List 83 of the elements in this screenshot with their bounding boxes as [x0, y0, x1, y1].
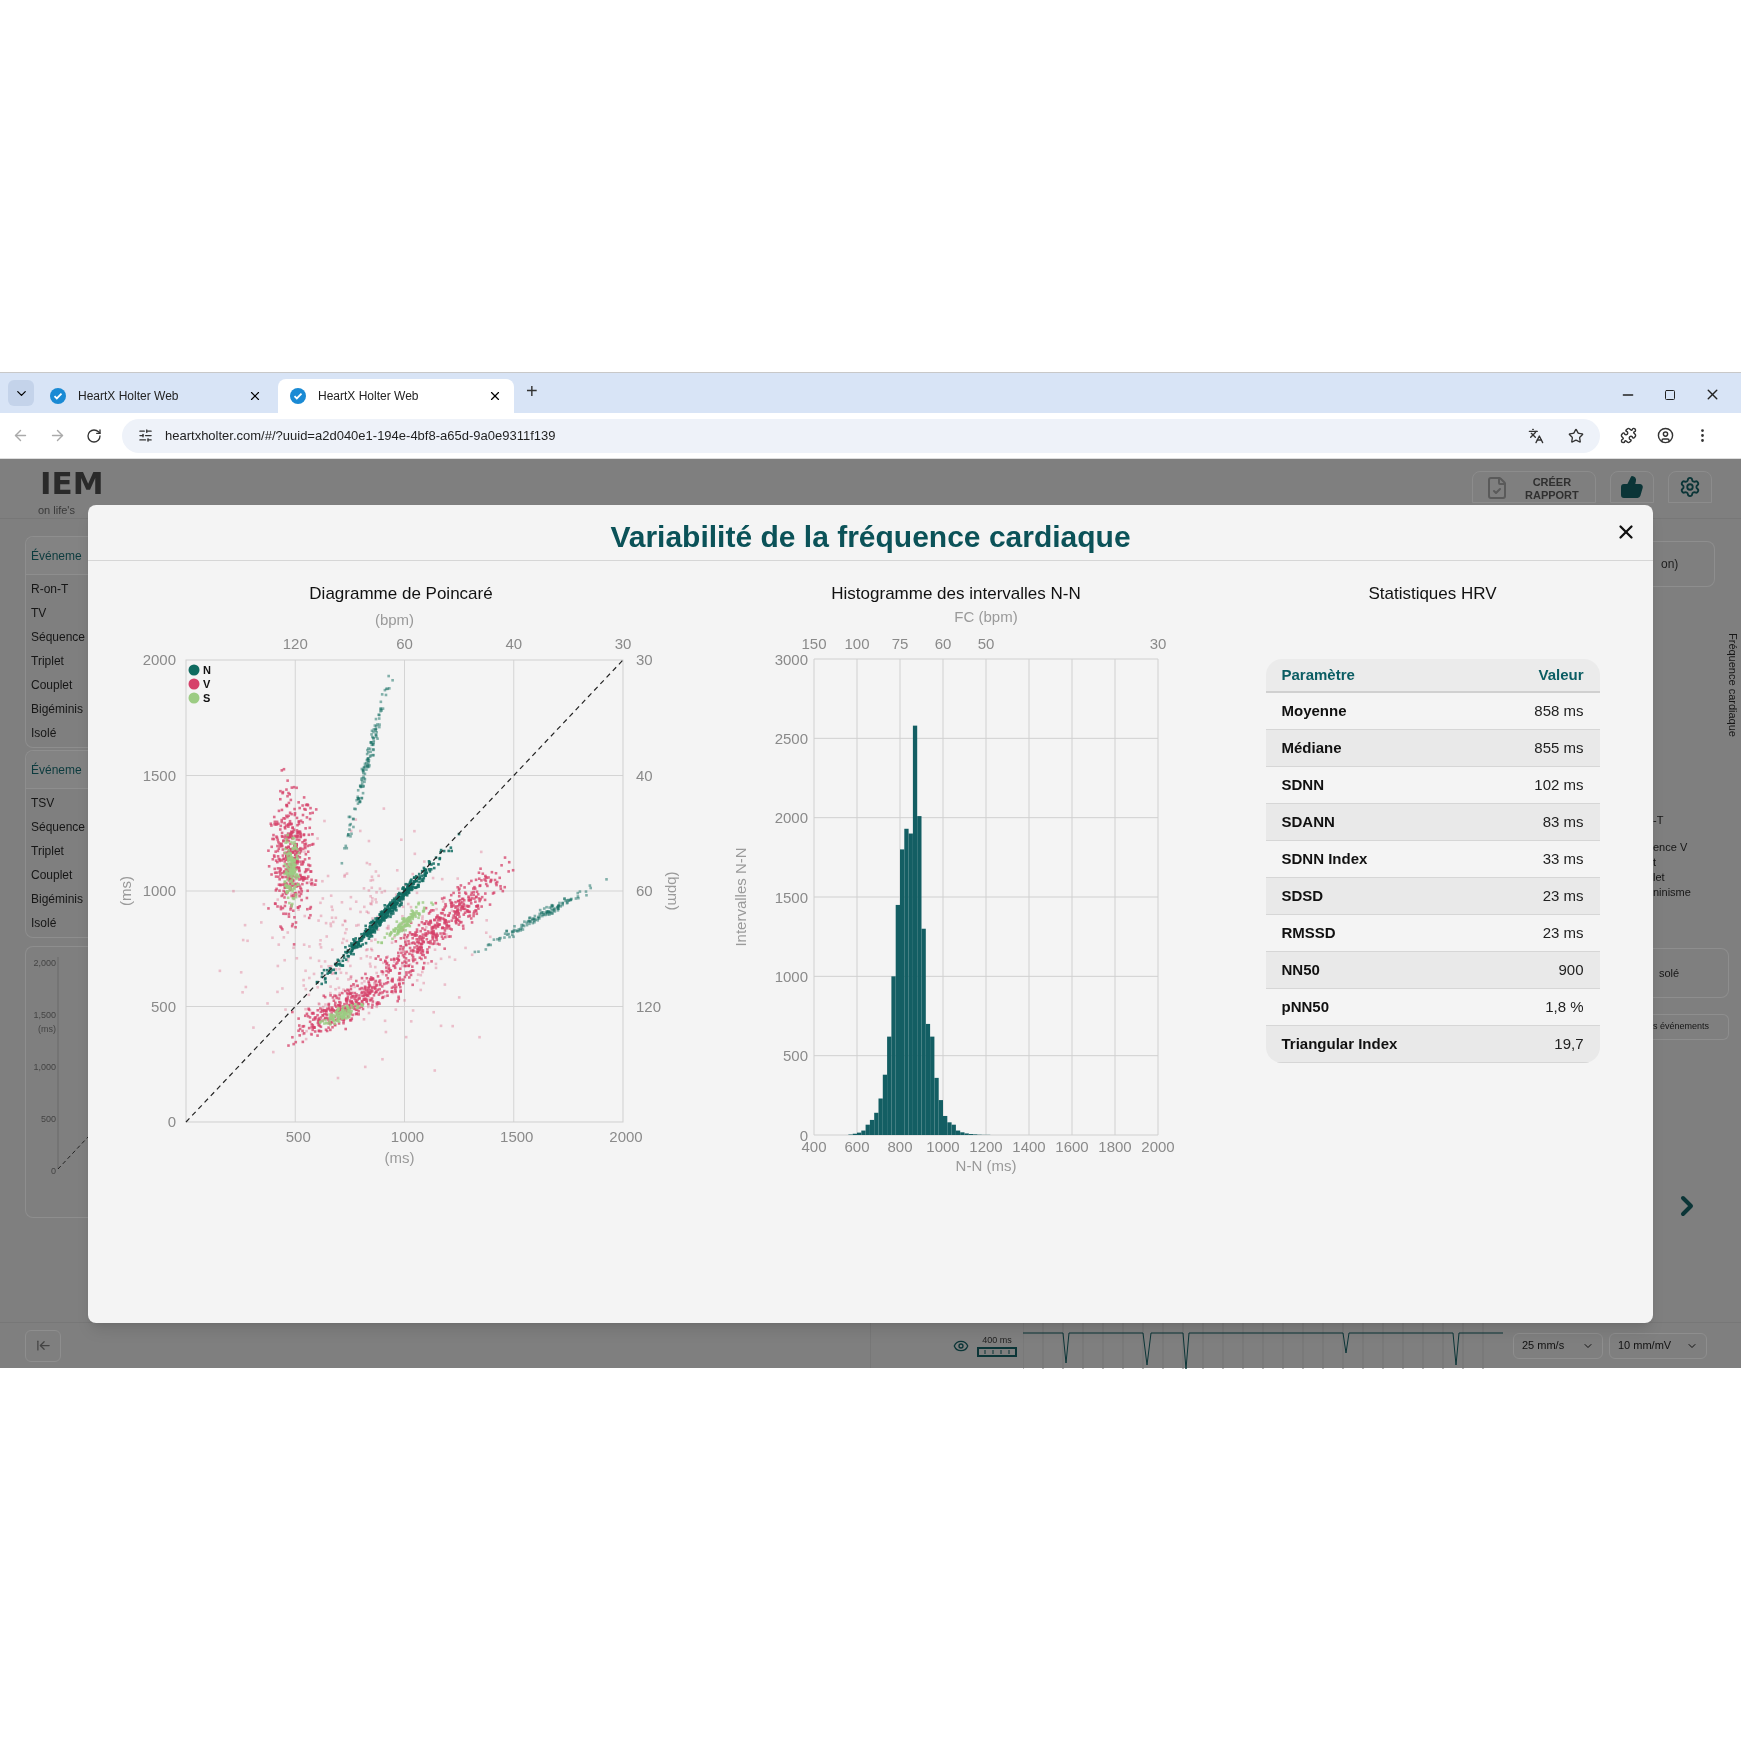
axis-label: (ms) [384, 1149, 415, 1166]
table-cell-text: SDNN Index [1281, 848, 1368, 869]
table-cell-text: Triangular Index [1281, 1033, 1398, 1054]
panel-title: Événeme [26, 537, 88, 575]
axis-label: Intervalles N-N [732, 847, 749, 947]
modal-title: Variabilité de la fréquence cardiaque [610, 519, 1131, 555]
axis-label: (bpm) [374, 611, 415, 628]
axis-tick: 800 [887, 1138, 913, 1155]
url-text: heartxholter.com/#/?uuid=a2d040e1-194e-4bf8-a65d-9a0e9311f139 [165, 426, 557, 445]
tab-title: HeartX Holter Web [318, 388, 420, 405]
axis-tick: 2000 [142, 651, 176, 668]
table-cell-text: SDANN [1281, 811, 1335, 832]
table-cell-text: 855 ms [1534, 737, 1584, 758]
axis-tick: 2,000 [33, 957, 56, 970]
axis-tick: 50 [977, 635, 995, 652]
table-cell-text: 33 ms [1542, 848, 1584, 869]
column-header: Paramètre [1281, 664, 1355, 685]
axis-tick: 1500 [142, 766, 176, 784]
axis-tick: 1000 [390, 1128, 425, 1145]
vertical-label: Fréquence cardiaque [1726, 633, 1740, 739]
axis-tick: 75 [891, 635, 909, 652]
table-cell-text: 23 ms [1542, 922, 1584, 943]
section-title: Histogramme des intervalles N-N [831, 583, 1081, 605]
table-cell-text: 102 ms [1534, 774, 1584, 795]
axis-label: N-N (ms) [955, 1157, 1017, 1174]
section-title: Diagramme de Poincaré [309, 583, 493, 605]
legend-label: S [203, 692, 211, 704]
table-cell-text: RMSSD [1281, 922, 1336, 943]
table-cell-text: 900 [1558, 959, 1584, 980]
axis-tick: 500 [150, 997, 176, 1015]
axis-tick: 1200 [969, 1138, 1003, 1155]
legend-label: N [203, 664, 211, 676]
axis-tick: 60 [934, 635, 952, 652]
axis-tick: 500 [285, 1128, 311, 1145]
axis-tick: 1000 [926, 1138, 960, 1155]
axis-tick: 60 [396, 635, 413, 652]
table-cell-text: 23 ms [1542, 885, 1584, 906]
axis-tick: 1000 [774, 967, 808, 985]
panel-title: Événeme [26, 751, 88, 789]
axis-tick: 100 [844, 635, 870, 652]
table-cell-text: SDNN [1281, 774, 1324, 795]
table-cell-text: SDSD [1281, 885, 1324, 906]
axis-tick: 2000 [609, 1128, 643, 1145]
table-cell-text: Moyenne [1281, 700, 1347, 721]
axis-tick: 1000 [142, 882, 176, 899]
axis-label: (ms) [117, 876, 134, 906]
axis-tick: 1400 [1012, 1138, 1046, 1155]
section-title: Statistiques HRV [1368, 583, 1497, 605]
axis-tick: 1500 [500, 1128, 534, 1145]
table-cell-text: 83 ms [1542, 811, 1584, 832]
table-cell-text: 19,7 [1554, 1033, 1584, 1054]
axis-tick: 30 [636, 651, 653, 668]
axis-tick: 30 [1149, 635, 1167, 652]
axis-tick: 120 [282, 635, 308, 652]
axis-tick: 0 [167, 1113, 176, 1130]
axis-label: (bpm) [665, 871, 682, 911]
table-cell-text: Médiane [1281, 737, 1342, 758]
axis-tick: 30 [614, 635, 632, 652]
axis-label: FC (bpm) [954, 608, 1018, 625]
legend-label: V [203, 678, 211, 690]
table-cell-text: 1,8 % [1545, 996, 1584, 1017]
axis-tick: 3000 [774, 650, 808, 668]
axis-tick: 40 [505, 635, 523, 652]
axis-tick: 2000 [1141, 1138, 1175, 1155]
axis-tick: 1500 [774, 888, 808, 906]
axis-tick: 2500 [774, 729, 808, 747]
axis-tick: 1600 [1055, 1138, 1089, 1155]
axis-tick: 500 [782, 1047, 808, 1065]
table-cell-text: 858 ms [1534, 700, 1584, 721]
axis-tick: 2000 [774, 809, 808, 827]
tab-title: HeartX Holter Web [78, 388, 180, 405]
axis-tick: 40 [636, 766, 653, 784]
scale-label: 400 ms [982, 1333, 1012, 1347]
axis-tick: 600 [844, 1138, 870, 1155]
axis-tick: 60 [636, 882, 653, 899]
table-cell-text: NN50 [1281, 959, 1320, 980]
axis-tick: 1800 [1098, 1138, 1132, 1155]
axis-tick: 120 [636, 997, 662, 1015]
axis-tick: 150 [801, 635, 827, 652]
logo: IEM [40, 464, 104, 503]
logo-tagline: on life's [38, 503, 75, 517]
table-cell-text: pNN50 [1281, 996, 1329, 1017]
column-header: Valeur [1538, 664, 1584, 685]
